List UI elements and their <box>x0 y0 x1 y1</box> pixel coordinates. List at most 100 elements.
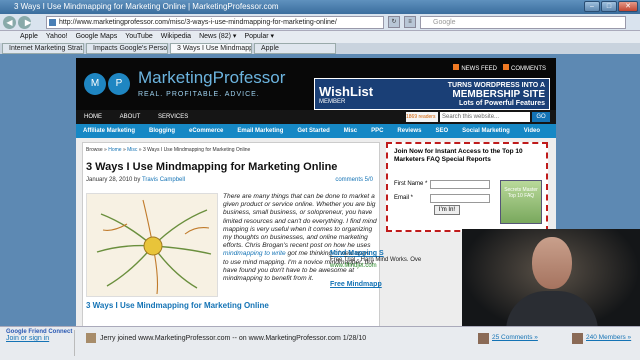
post-date: January 28, 2010 by <box>86 177 142 183</box>
bookmark-apple[interactable]: Apple <box>20 31 38 43</box>
webcam-video-overlay <box>462 229 640 331</box>
ad-1-url[interactable]: www.Mindjet.com <box>330 263 480 269</box>
rss-icon[interactable]: ≡ <box>404 16 416 28</box>
google-friend-connect: Google Friend Connect Join or sign in <box>6 329 72 342</box>
breadcrumb-home[interactable]: Home <box>108 147 121 153</box>
comment-avatar[interactable] <box>478 333 489 344</box>
breadcrumb-misc[interactable]: Misc <box>127 147 137 153</box>
window-controls: – □ ✕ <box>584 1 638 12</box>
divider <box>74 330 75 356</box>
site-favicon-icon <box>49 19 56 26</box>
banner-name: WishList <box>319 84 374 99</box>
members-count-link[interactable]: 240 Members » <box>586 334 631 341</box>
close-button[interactable]: ✕ <box>618 1 638 12</box>
post-content: Browse » Home » Misc » 3 Ways I Use Mind… <box>82 142 380 326</box>
nav-services[interactable]: SERVICES <box>150 110 196 124</box>
email-label: Email * <box>394 195 414 201</box>
wishlist-banner[interactable]: WishList MEMBER TURNS WORDPRESS INTO A M… <box>314 78 550 110</box>
email-field[interactable] <box>430 194 490 203</box>
bookmark-yahoo[interactable]: Yahoo! <box>46 31 68 43</box>
maximize-button[interactable]: □ <box>601 1 617 12</box>
optin-box: Join Now for Instant Access to the Top 1… <box>386 142 548 232</box>
post-meta: January 28, 2010 by Travis Campbell <box>86 177 185 183</box>
cat-blogging[interactable]: Blogging <box>149 124 175 138</box>
post-title[interactable]: 3 Ways I Use Mindmapping for Marketing O… <box>86 161 337 173</box>
first-name-field[interactable] <box>430 180 490 189</box>
comments-count-link[interactable]: 25 Comments » <box>492 334 538 341</box>
mindmapping-to-write-link[interactable]: mindmapping to write <box>223 250 286 257</box>
bookmark-youtube[interactable]: YouTube <box>125 31 153 43</box>
post-comments-count[interactable]: comments 5/0 <box>335 177 373 183</box>
news-feed-link[interactable]: NEWS FEED <box>453 64 497 72</box>
rss-readers-badge[interactable]: 1869 readers <box>406 112 438 122</box>
tab-internet-marketing[interactable]: Internet Marketing Strat... <box>2 43 84 54</box>
bookmark-news[interactable]: News (82) ▾ <box>199 31 236 43</box>
url-text: http://www.marketingprofessor.com/misc/3… <box>59 19 337 26</box>
cat-email-marketing[interactable]: Email Marketing <box>237 124 283 138</box>
cat-video[interactable]: Video <box>524 124 540 138</box>
forward-icon[interactable]: ▶ <box>18 16 31 29</box>
sponsored-ads: Mind Mapping S Free Trial - Harn Mind Wo… <box>330 250 480 288</box>
bookmark-google-maps[interactable]: Google Maps <box>76 31 118 43</box>
bookmark-wikipedia[interactable]: Wikipedia <box>161 31 191 43</box>
breadcrumb: Browse » Home » Misc » 3 Ways I Use Mind… <box>86 147 251 153</box>
site-tagline: REAL. PROFITABLE. ADVICE. <box>138 91 260 98</box>
post-body-p1: There are many things that can be done t… <box>223 193 377 250</box>
search-placeholder: Google <box>433 19 456 26</box>
cat-misc[interactable]: Misc <box>344 124 357 138</box>
tab-mindmapping[interactable]: 3 Ways I Use Mindmappi... <box>170 43 252 54</box>
cat-reviews[interactable]: Reviews <box>397 124 421 138</box>
url-field[interactable]: http://www.marketingprofessor.com/misc/3… <box>46 16 384 29</box>
ad-1-title[interactable]: Mind Mapping S <box>330 250 480 257</box>
breadcrumb-current: » 3 Ways I Use Mindmapping for Marketing… <box>137 147 251 153</box>
header-links: NEWS FEED COMMENTS <box>453 64 546 72</box>
cat-seo[interactable]: SEO <box>435 124 448 138</box>
top-nav: HOME ABOUT SERVICES 1869 readers Search … <box>76 110 556 124</box>
banner-line2: MEMBERSHIP SITE <box>452 89 545 100</box>
activity-text: Jerry joined www.MarketingProfessor.com … <box>100 334 367 342</box>
member-avatar[interactable] <box>572 333 583 344</box>
site-header: M P MarketingProfessor REAL. PROFITABLE.… <box>76 58 556 110</box>
banner-member: MEMBER <box>319 99 346 105</box>
mindmap-image <box>86 193 218 297</box>
window-titlebar: 3 Ways I Use Mindmapping for Marketing O… <box>0 0 640 14</box>
cat-ppc[interactable]: PPC <box>371 124 383 138</box>
jerry-avatar[interactable] <box>86 333 96 343</box>
tab-bar: Internet Marketing Strat... Impacts Goog… <box>0 43 640 54</box>
minimize-button[interactable]: – <box>584 1 600 12</box>
optin-heading: Join Now for Instant Access to the Top 1… <box>394 148 523 163</box>
join-or-sign-in-link[interactable]: Join or sign in <box>6 335 72 342</box>
im-in-button[interactable]: I'm In! <box>434 205 460 215</box>
logo-icon[interactable]: M P <box>84 68 134 100</box>
site-search-input[interactable]: Search this website... <box>440 112 530 122</box>
report-book-image: Secrets Master Top 10 FAQ <box>500 180 542 224</box>
post-author[interactable]: Travis Campbell <box>142 177 185 183</box>
bookmark-popular[interactable]: Popular ▾ <box>244 31 274 43</box>
comments-link[interactable]: COMMENTS <box>503 64 546 72</box>
banner-copy: TURNS WORDPRESS INTO A MEMBERSHIP SITE L… <box>415 81 545 108</box>
search-field[interactable]: Google <box>420 16 626 29</box>
activity-feed: Jerry joined www.MarketingProfessor.com … <box>86 333 366 343</box>
site-search-go-button[interactable]: GO <box>532 112 550 122</box>
nav-home[interactable]: HOME <box>76 110 110 124</box>
address-toolbar: ◀ ▶ http://www.marketingprofessor.com/mi… <box>0 14 640 31</box>
banner-line3: Lots of Powerful Features <box>459 100 545 107</box>
category-nav: Affiliate Marketing Blogging eCommerce E… <box>76 124 556 138</box>
cat-ecommerce[interactable]: eCommerce <box>189 124 223 138</box>
presenter-face <box>532 237 572 289</box>
breadcrumb-prefix: Browse » <box>86 147 109 153</box>
site-brand[interactable]: MarketingProfessor <box>138 68 285 88</box>
post-subheading: 3 Ways I Use Mindmapping for Marketing O… <box>86 301 269 310</box>
cat-social-marketing[interactable]: Social Marketing <box>462 124 510 138</box>
ad-2-title[interactable]: Free Mindmapp <box>330 281 480 288</box>
reload-icon[interactable]: ↻ <box>388 16 400 28</box>
cat-get-started[interactable]: Get Started <box>297 124 329 138</box>
tab-apple[interactable]: Apple <box>254 43 336 54</box>
cat-affiliate-marketing[interactable]: Affiliate Marketing <box>83 124 135 138</box>
tab-impacts-google[interactable]: Impacts Google's Perso... <box>86 43 168 54</box>
friend-connect-bar: Google Friend Connect Join or sign in Je… <box>0 326 640 360</box>
bookmarks-bar: Apple Yahoo! Google Maps YouTube Wikiped… <box>0 31 640 43</box>
first-name-label: First Name * <box>394 181 428 187</box>
back-icon[interactable]: ◀ <box>3 16 16 29</box>
nav-about[interactable]: ABOUT <box>112 110 149 124</box>
